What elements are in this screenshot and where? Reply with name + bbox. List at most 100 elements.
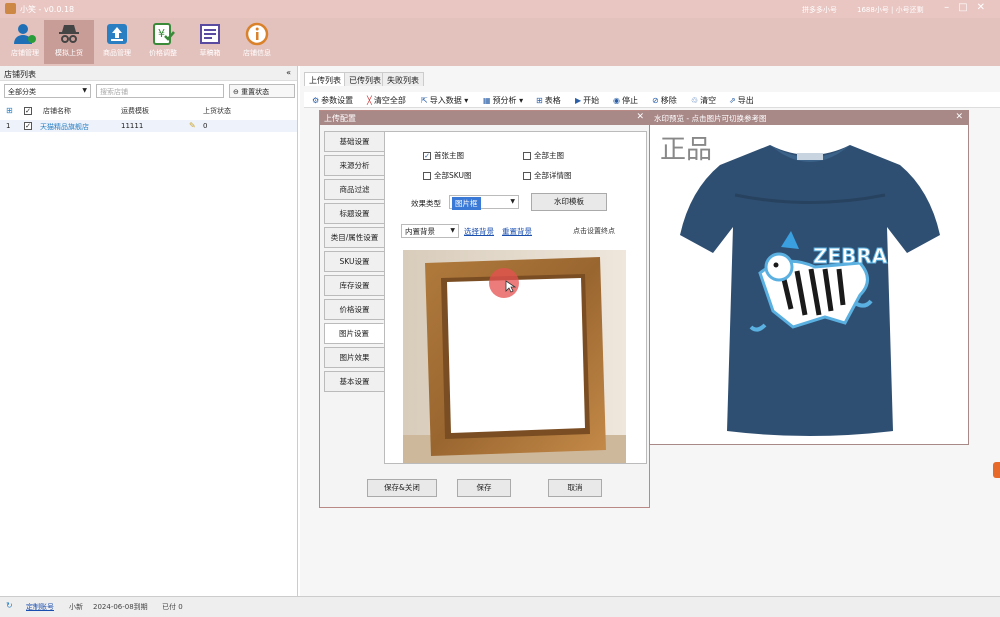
category-filter-select[interactable]: 全部分类 ▼ [4, 84, 91, 98]
watermark-template-button[interactable]: 水印模板 [531, 193, 607, 211]
all-main-images-checkbox[interactable]: 全部主图 [523, 150, 564, 161]
set-endpoint-hint: 点击设置终点 [573, 227, 615, 235]
upload-box-icon [107, 24, 127, 44]
toolbar-shop-manage[interactable]: 店铺管理 [0, 20, 50, 64]
table-button[interactable]: ⊞ 表格 [536, 95, 561, 106]
row-status: 0 [203, 122, 208, 130]
panel-title-text: 店铺列表 [4, 70, 36, 79]
first-main-image-checkbox[interactable]: ✓ 首张主图 [423, 150, 464, 161]
checkbox[interactable] [523, 172, 531, 180]
toolbar-simulate-upload[interactable]: 模拟上货 [44, 20, 94, 64]
export-button[interactable]: ⇗ 导出 [729, 95, 754, 106]
cancel-button[interactable]: 取消 [548, 479, 602, 497]
clear-icon: ♲ [691, 96, 699, 105]
toolbar-drafts[interactable]: 草稿箱 [185, 20, 235, 64]
save-and-close-button[interactable]: 保存&关闭 [367, 479, 437, 497]
tab-failed-list[interactable]: 失败列表 [382, 72, 424, 86]
collapse-icon[interactable]: « [286, 68, 291, 77]
reset-icon: ⊖ [233, 88, 239, 96]
row-checkbox[interactable]: ✓ [24, 122, 32, 130]
chevron-down-icon: ▼ [82, 87, 87, 94]
clear-button[interactable]: ♲ 清空 [691, 95, 716, 106]
chevron-down-icon: ▼ [510, 198, 515, 205]
nav-image-effect[interactable]: 图片效果 [324, 347, 384, 368]
save-button[interactable]: 保存 [457, 479, 511, 497]
tshirt-image[interactable]: ZEBRA [675, 135, 945, 440]
nav-sku-settings[interactable]: SKU设置 [324, 251, 384, 272]
preview-title: 水印预览 - 点击图片可切换参考图 [654, 114, 767, 123]
minimize-icon[interactable]: – [944, 2, 958, 13]
image-settings-panel: ✓ 首张主图 全部主图 全部SKU图 全部详情图 效果类型 图片框 ▼ 水印模板 … [384, 131, 647, 464]
effect-type-label: 效果类型 [411, 199, 441, 208]
toolbar-product-manage[interactable]: 商品管理 [92, 20, 142, 64]
toolbar-label: 价格调整 [149, 49, 177, 57]
nav-category-settings[interactable]: 类目/属性设置 [324, 227, 384, 248]
status-bar: ↻ 定制账号 小新 2024-06-08到期 已付 0 [0, 596, 1000, 617]
toolbar-shop-info[interactable]: 店铺信息 [232, 20, 282, 64]
pre-analyze-button[interactable]: ▦ 预分析 ▾ [483, 95, 523, 106]
column-header-template: 运费模板 [121, 107, 149, 115]
remove-button[interactable]: ⊘ 移除 [652, 95, 677, 106]
close-icon[interactable]: ✕ [955, 112, 963, 122]
checkbox-checked[interactable]: ✓ [423, 152, 431, 160]
close-icon[interactable]: ✕ [636, 112, 644, 122]
effect-type-value: 图片框 [452, 197, 481, 210]
reset-background-link[interactable]: 重置背景 [502, 226, 532, 237]
side-handle[interactable] [993, 462, 1000, 478]
background-select[interactable]: 内置背景 ▼ [401, 224, 459, 238]
upload-config-dialog: 上传配置 ✕ 基础设置 来源分析 商品过滤 标题设置 类目/属性设置 SKU设置… [319, 110, 650, 508]
nav-image-settings[interactable]: 图片设置 [324, 323, 384, 344]
nav-general-settings[interactable]: 基本设置 [324, 371, 384, 392]
row-index: 1 [6, 122, 11, 130]
checkbox[interactable] [423, 172, 431, 180]
all-detail-images-checkbox[interactable]: 全部详情图 [523, 170, 572, 181]
nav-stock-settings[interactable]: 库存设置 [324, 275, 384, 296]
refresh-icon[interactable]: ↻ [6, 601, 13, 610]
window-controls[interactable]: –□✕ [944, 2, 994, 13]
action-bar: ⚙ 参数设置 ╳ 清空全部 ⇱ 导入数据 ▾ ▦ 预分析 ▾ ⊞ 表格 ▶ 开始 ◉ 停止 ⊘… [304, 92, 1000, 108]
frame-preview-image[interactable] [403, 250, 626, 463]
table-row[interactable]: 1 ✓ 天猫精品旗舰店 11111 ✎ 0 [0, 120, 297, 132]
shop-list-panel: 店铺列表 « 全部分类 ▼ 搜索店铺 ⊖ 重置状态 ⊞ ✓ 店铺名称 运费模板 … [0, 66, 298, 596]
select-all-checkbox[interactable]: ✓ [24, 107, 32, 115]
analyze-icon: ▦ [483, 96, 491, 105]
tab-upload-list[interactable]: 上传列表 [304, 72, 346, 86]
remove-icon: ⊘ [652, 96, 659, 105]
tree-icon: ⊞ [6, 106, 13, 115]
checkbox[interactable] [523, 152, 531, 160]
status-account-link[interactable]: 定制账号 [26, 602, 54, 612]
chevron-down-icon: ▼ [450, 227, 455, 234]
row-template: 11111 [121, 122, 144, 130]
shop-name-link[interactable]: 天猫精品旗舰店 [40, 122, 89, 132]
start-button[interactable]: ▶ 开始 [575, 95, 599, 106]
balance-label: 1688小号 | 小号还剩 [857, 6, 924, 14]
tab-uploaded-list[interactable]: 已传列表 [344, 72, 386, 86]
nav-basic-settings[interactable]: 基础设置 [324, 131, 384, 152]
user-icon [14, 24, 36, 44]
nav-title-settings[interactable]: 标题设置 [324, 203, 384, 224]
play-icon: ▶ [575, 96, 582, 105]
close-icon[interactable]: ✕ [977, 2, 994, 13]
shop-search-input[interactable]: 搜索店铺 [96, 84, 224, 98]
nav-price-settings[interactable]: 价格设置 [324, 299, 384, 320]
import-data-button[interactable]: ⇱ 导入数据 ▾ [421, 95, 468, 106]
nav-source-analysis[interactable]: 来源分析 [324, 155, 384, 176]
dialog-title: 上传配置 [324, 114, 356, 123]
nav-product-filter[interactable]: 商品过滤 [324, 179, 384, 200]
preview-titlebar: 水印预览 - 点击图片可切换参考图 ✕ [650, 111, 968, 125]
stop-button[interactable]: ◉ 停止 [613, 95, 638, 106]
choose-background-link[interactable]: 选择背景 [464, 226, 494, 237]
edit-icon[interactable]: ✎ [189, 121, 196, 130]
status-paid: 已付 0 [162, 603, 183, 611]
reset-label: 重置状态 [241, 88, 270, 96]
all-sku-images-checkbox[interactable]: 全部SKU图 [423, 170, 471, 181]
price-check-icon: ¥ [153, 23, 175, 45]
toolbar-price-adjust[interactable]: ¥ 价格调整 [138, 20, 188, 64]
clear-all-button[interactable]: ╳ 清空全部 [367, 95, 406, 106]
reset-status-button[interactable]: ⊖ 重置状态 [229, 84, 295, 98]
effect-type-select[interactable]: 图片框 ▼ [449, 195, 519, 210]
toolbar-label: 店铺信息 [243, 49, 271, 57]
maximize-icon[interactable]: □ [958, 2, 976, 13]
params-settings-button[interactable]: ⚙ 参数设置 [312, 95, 353, 106]
panel-title: 店铺列表 « [0, 66, 297, 81]
